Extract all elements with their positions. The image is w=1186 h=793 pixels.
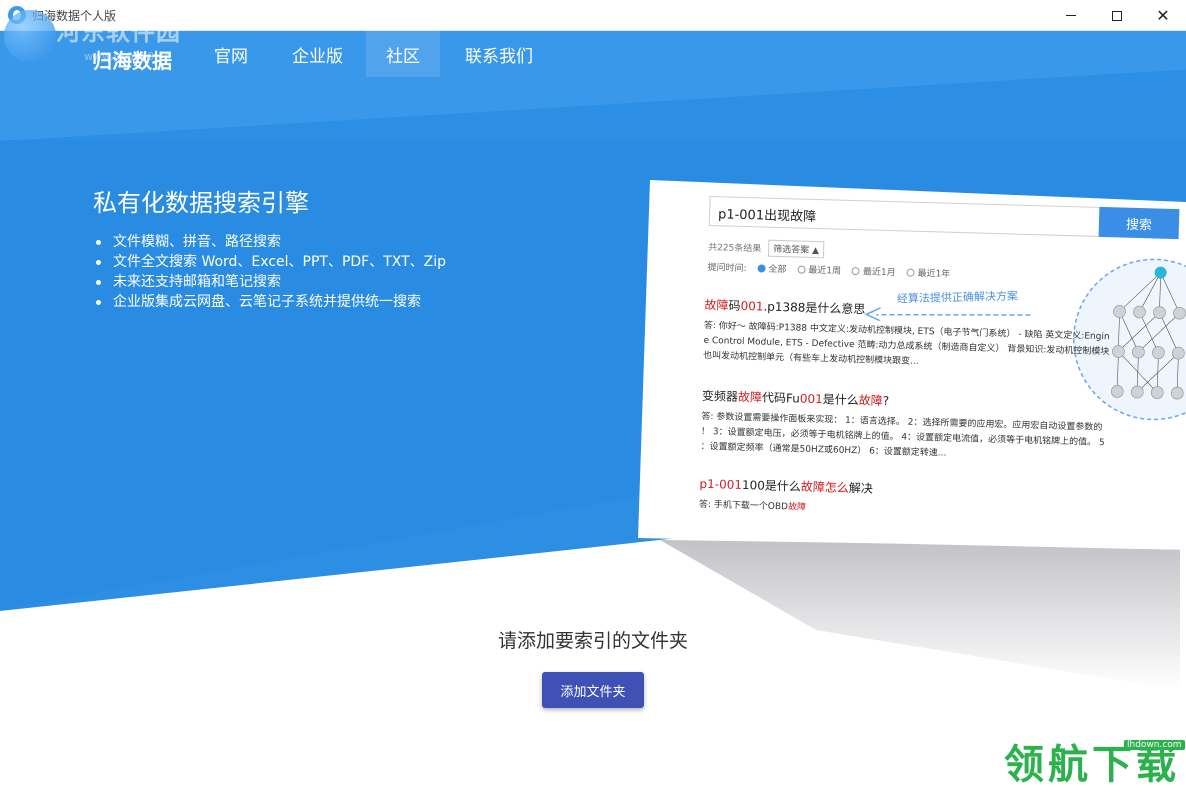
preview-time-label: 提问时间: [707,262,747,275]
text: 解决 [848,481,874,496]
maximize-icon [1112,10,1122,21]
minimize-button[interactable] [1048,0,1094,31]
feature-item: 文件全文搜索 Word、Excel、PPT、PDF、TXT、Zip [95,254,447,270]
preview-time-option: 最近1周 [808,265,842,277]
text: 代码Fu [761,390,801,406]
preview-result: p1-001100是什么故障怎么解决 答: 手机下载一个OBD故障 [699,475,1140,525]
watermark-logo-icon [4,10,56,62]
feature-item: 文件模糊、拼音、路径搜索 [95,232,446,252]
add-folder-button[interactable]: 添加文件夹 [542,672,644,708]
close-button[interactable]: ✕ [1140,0,1186,31]
highlight: 001 [740,298,764,314]
radio-icon [797,265,806,274]
preview-result-body: 答: 参数设置需要操作面板来实现： 1：语言选择。 2：选择所需要的应用宏。应用… [700,410,1141,467]
watermark-top: 河东软件园 www.pc0359.cn [4,6,204,66]
preview-result: 故障码001.p1388是什么意思 答: 你好～ 故障码:P1388 中文定义:… [703,296,1145,376]
text: 答: 手机下载一个OBD [698,499,789,513]
preview-result-body: 答: 你好～ 故障码:P1388 中文定义:发动机控制模块, ETS（电子节气门… [703,319,1144,376]
radio-icon [851,267,861,276]
highlight: 故障怎么 [800,479,850,496]
preview-screenshot: p1-001出现故障 搜索 共225条结果 筛选答案 ▲ 提问时间: 全部 最近… [638,180,1186,550]
watermark-bottom-url: lhdown.com [1124,740,1185,750]
preview-result-meta: 共225条结果 筛选答案 ▲ [707,238,825,259]
preview-search-button: 搜索 [1098,206,1180,240]
text: .p1388是什么意思 [763,299,866,317]
preview-result-count: 共225条结果 [707,242,762,255]
nav-item-community[interactable]: 社区 [366,31,440,77]
text: 是什么 [822,392,859,408]
highlight: 故障 [737,389,763,405]
radio-icon [906,268,915,277]
minimize-icon [1066,15,1076,16]
preview-card-shadow [660,540,1180,690]
feature-list: 文件模糊、拼音、路径搜索 文件全文搜索 Word、Excel、PPT、PDF、T… [95,232,447,312]
watermark-top-text: 河东软件园 [56,18,181,46]
highlight: 001 [799,391,823,407]
text: 码 [728,298,741,313]
watermark-bottom: 领航下载 lhdown.com [1004,736,1185,792]
close-icon: ✕ [1156,5,1170,25]
maximize-button[interactable] [1094,0,1140,31]
preview-filter: 筛选答案 ▲ [767,239,825,259]
preview-time-filter: 提问时间: 全部 最近1周 最近1月 最近1年 [707,260,950,280]
radio-icon [757,264,766,273]
feature-item: 未来还支持邮箱和笔记搜索 [95,272,446,292]
text: 变频器 [701,388,739,404]
nav-item-official-site[interactable]: 官网 [194,31,268,77]
feature-item: 企业版集成云网盘、云笔记子系统并提供统一搜索 [95,292,446,312]
preview-time-option: 最近1月 [862,267,896,279]
preview-content: p1-001出现故障 搜索 共225条结果 筛选答案 ▲ 提问时间: 全部 最近… [638,180,1186,550]
preview-result: 变频器故障代码Fu001是什么故障? 答: 参数设置需要操作面板来实现： 1：语… [700,387,1142,467]
highlight: 故障 [858,393,883,408]
highlight: 故障 [704,297,729,313]
highlight: 故障 [787,502,807,513]
highlight: p1-001 [699,476,743,493]
preview-time-option: 全部 [768,264,787,276]
hero-title: 私有化数据搜索引擎 [93,189,309,217]
nav-item-contact[interactable]: 联系我们 [445,31,553,77]
text: ? [882,393,890,409]
preview-time-option: 最近1年 [917,268,951,280]
nav-item-enterprise[interactable]: 企业版 [272,31,363,77]
preview-search-box: p1-001出现故障 [708,196,1102,237]
text: 100是什么 [741,478,802,494]
watermark-top-url: www.pc0359.cn [84,50,172,63]
